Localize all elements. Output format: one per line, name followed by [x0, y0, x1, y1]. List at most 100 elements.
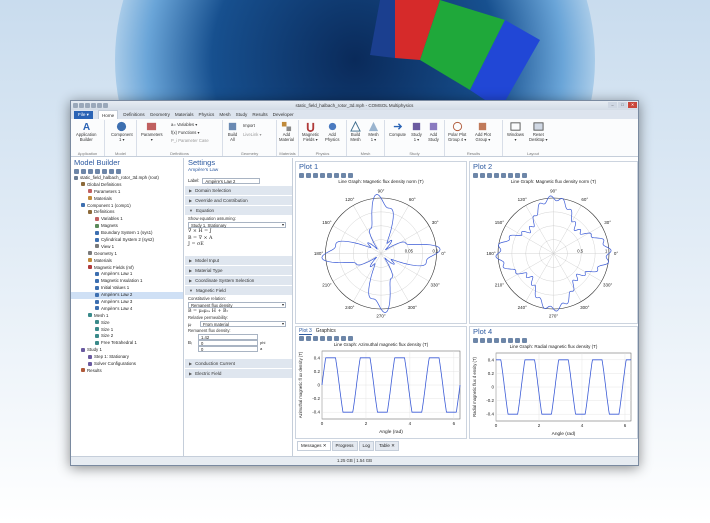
tab-geometry[interactable]: Geometry	[150, 112, 170, 117]
tab-results[interactable]: Results	[252, 112, 267, 117]
plot-2-toolbar[interactable]	[470, 172, 637, 179]
section-coordinate-system[interactable]: ▶ Coordinate System Selection	[185, 275, 292, 285]
tab-file[interactable]: File ▾	[74, 110, 93, 119]
constitutive-relation-select[interactable]: Remanent flux density	[188, 301, 286, 308]
tree-item[interactable]: Boundary System 1 (sys1)	[71, 230, 183, 237]
tab-mesh[interactable]: Mesh	[219, 112, 230, 117]
tree-item[interactable]: Cylindrical System 2 (sys2)	[71, 237, 183, 244]
tree-item[interactable]: Size	[71, 320, 183, 327]
build-all-button[interactable]: Build All	[227, 121, 238, 142]
plot-4-canvas[interactable]: 0 2 4 6 0.4 0.2 0 -0.2 -0.4 Angle (rad) Radial mag…	[470, 349, 637, 437]
tree-item[interactable]: Solver Configurations	[71, 361, 183, 368]
plot-3-canvas[interactable]: 0 2 4 6 0.4 0.2 0 -0.2 -0.4 Angle (rad) Azimuthal …	[296, 347, 466, 435]
tab-definitions[interactable]: Definitions	[123, 112, 144, 117]
tree-item[interactable]: Geometry 1	[71, 251, 183, 258]
model-builder-toolbar[interactable]	[71, 168, 183, 175]
tree-item[interactable]: Ampère's Law 3	[71, 299, 183, 306]
tree-item[interactable]: View 1	[71, 244, 183, 251]
section-domain-selection[interactable]: ▶ Domain Selection	[185, 186, 292, 195]
section-material-type[interactable]: ▶ Material Type	[185, 265, 292, 275]
polar-angle-label: 120°	[345, 197, 355, 202]
functions-button[interactable]: f(x) Functions ▾	[171, 130, 200, 135]
tree-item[interactable]: Step 1: Stationary	[71, 354, 183, 361]
add-physics-button[interactable]: Add Physics	[325, 121, 339, 142]
section-conduction-current[interactable]: ▶ Conduction Current	[185, 359, 292, 368]
reset-desktop-button[interactable]: Reset Desktop ▾	[529, 121, 548, 142]
plot-4-toolbar[interactable]	[470, 337, 637, 344]
tree-item[interactable]: Size 2	[71, 333, 183, 340]
component-button[interactable]: Component 1 ▾	[111, 121, 133, 142]
tree-item[interactable]: Magnetic Insulation 1	[71, 278, 183, 285]
plot-1-tab[interactable]: Plot 1	[296, 162, 466, 172]
tree-item[interactable]: Magnetic Fields (mf)	[71, 265, 183, 272]
tree-item[interactable]: Global Definitions	[71, 182, 183, 189]
mesh-1-button[interactable]: Mesh 1 ▾	[368, 121, 379, 142]
tree-item-label: Component 1 (comp1)	[87, 202, 131, 208]
plot-1-toolbar[interactable]	[296, 172, 466, 179]
add-material-button[interactable]: Add Material	[279, 121, 294, 142]
windows-button[interactable]: Windows ▾	[507, 121, 524, 142]
tree-item[interactable]: Definitions	[71, 209, 183, 216]
section-magnetic-field[interactable]: ▼ Magnetic Field	[185, 285, 292, 295]
log-tab[interactable]: Log	[358, 441, 375, 451]
tree-item[interactable]: Size 1	[71, 327, 183, 334]
plot-4-tab[interactable]: Plot 4	[470, 327, 637, 337]
plot-2-tab[interactable]: Plot 2	[470, 162, 637, 172]
variables-button[interactable]: a= Variables ▾	[171, 122, 197, 127]
tab-home[interactable]: Home	[97, 110, 119, 119]
tab-study[interactable]: Study	[236, 112, 248, 117]
section-override[interactable]: ▶ Override and Contribution	[185, 196, 292, 205]
tree-item[interactable]: Variables 1	[71, 216, 183, 223]
plot-2-canvas[interactable]: 0° 30° 60° 90° 120° 150° 180° 210° 240° 270° 300° 3…	[470, 184, 637, 319]
import-button[interactable]: Import	[243, 123, 255, 128]
plot-1-canvas[interactable]: 0° 30° 60° 90° 120° 150° 180° 210° 240° 270° 300° 3…	[296, 184, 466, 319]
plot-3-tab[interactable]: Plot 3	[299, 327, 312, 335]
tree-item[interactable]: Parameters 1	[71, 189, 183, 196]
maximize-button[interactable]: □	[618, 102, 627, 108]
tab-materials[interactable]: Materials	[175, 112, 194, 117]
polar-angle-label: 240°	[345, 305, 355, 310]
tree-item[interactable]: Free Tetrahedral 1	[71, 340, 183, 347]
parameters-button[interactable]: Parameters ▾	[141, 121, 163, 142]
polar-angle-label: 210°	[495, 282, 505, 287]
tree-item[interactable]: Materials	[71, 258, 183, 265]
livelink-button[interactable]: LiveLink ▾	[243, 132, 262, 137]
tree-item[interactable]: static_field_halbach_rotor_3d.mph (root)	[71, 175, 183, 182]
add-study-button[interactable]: Add Study	[428, 121, 439, 142]
tree-item[interactable]: Magnets	[71, 223, 183, 230]
messages-tab[interactable]: Messages ✕	[297, 441, 331, 451]
tree-item[interactable]: Ampère's Law 4	[71, 306, 183, 313]
build-mesh-button[interactable]: Build Mesh	[350, 121, 361, 142]
close-button[interactable]: ✕	[628, 102, 637, 108]
compute-button[interactable]: Compute	[389, 121, 406, 138]
add-plot-group-button[interactable]: Add Plot Group ▾	[475, 121, 491, 142]
section-electric-field[interactable]: ▶ Electric Field	[185, 369, 292, 378]
tree-item[interactable]: Initial Values 1	[71, 285, 183, 292]
tree-item[interactable]: Results	[71, 368, 183, 375]
tab-physics[interactable]: Physics	[199, 112, 215, 117]
br-component-3[interactable]: 0	[198, 346, 258, 352]
parameter-case-button[interactable]: P_i Parameter Case	[171, 138, 209, 143]
magnetic-fields-button[interactable]: Magnetic Fields ▾	[302, 121, 319, 142]
section-equation[interactable]: ▼ Equation	[185, 206, 292, 215]
tab-developer[interactable]: Developer	[273, 112, 294, 117]
label-field[interactable]: Ampère's Law 2	[202, 177, 261, 184]
show-equation-select[interactable]: Study 1, Stationary	[188, 222, 286, 228]
tree-item[interactable]: Study 1	[71, 347, 183, 354]
relative-permeability-select[interactable]: From material	[200, 321, 286, 327]
polar-plot-group-button[interactable]: Polar Plot Group 4 ▾	[448, 121, 466, 142]
tree-item[interactable]: Ampère's Law 2	[71, 292, 183, 300]
plot-3-toolbar[interactable]	[296, 335, 466, 342]
tree-item[interactable]: Mesh 1	[71, 313, 183, 320]
polar-angle-label: 210°	[322, 282, 332, 287]
section-model-input[interactable]: ▶ Model Input	[185, 255, 292, 265]
tree-item[interactable]: Materials	[71, 196, 183, 203]
table-tab[interactable]: Table ✕	[375, 441, 399, 451]
study-1-button[interactable]: Study 1 ▾	[411, 121, 422, 142]
tree-item[interactable]: Component 1 (comp1)	[71, 203, 183, 210]
graphics-tab[interactable]: Graphics	[316, 327, 336, 335]
progress-tab[interactable]: Progress	[331, 441, 358, 451]
application-builder-button[interactable]: A Application Builder	[76, 121, 97, 142]
tree-item[interactable]: Ampère's Law 1	[71, 271, 183, 278]
minimize-button[interactable]: –	[608, 102, 617, 108]
